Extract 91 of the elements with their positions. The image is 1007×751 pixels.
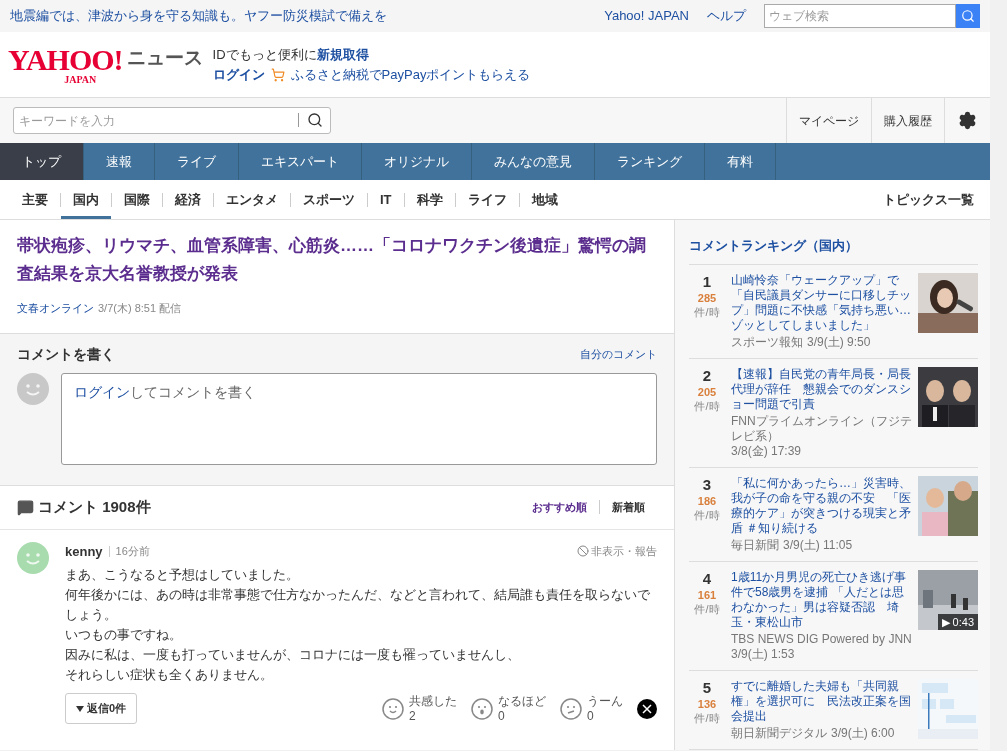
user-name[interactable]: kenny — [65, 541, 103, 561]
ranking-headline[interactable]: 1歳11か月男児の死亡ひき逃げ事件で58歳男を逮捕 「人だとは思わなかった」男は容疑否認 埼玉・東松山市 — [731, 569, 912, 630]
rank-number: 5 — [702, 678, 712, 697]
comment-text: 何年後かには、あの時は非常事態で仕方なかったんだ、などと言われて、結局誰も責任を取らないでしょう。 — [65, 586, 651, 624]
category-tab[interactable]: 経済 — [163, 180, 213, 219]
sort-option[interactable]: おすすめ順 — [520, 498, 599, 516]
logo-subtext: JAPAN — [64, 74, 97, 85]
ranking-headline[interactable]: すでに離婚した夫婦も「共同親権」を選択可に 民法改正案を国会提出 — [731, 678, 912, 724]
ranking-time: 3/9(土) 6:00 — [831, 725, 895, 741]
source-link[interactable]: 文春オンライン — [17, 300, 94, 317]
ranking-source: 朝日新聞デジタル — [731, 725, 827, 741]
ranking-source: FNNプライムオンライン（フジテレビ系） — [731, 413, 912, 444]
comment-text: それらしい症状も全くありません。 — [65, 666, 274, 684]
logo-suffix: ニュース — [126, 46, 203, 71]
top-link[interactable]: ヘルプ — [707, 6, 746, 26]
notice-link[interactable]: 地震編では、津波から身を守る知識も。ヤフー防災模試で備えを — [10, 6, 387, 26]
surprised-face-icon — [471, 697, 493, 720]
ranking-time: 3/8(金) 17:39 — [731, 443, 802, 459]
promo-link[interactable]: ふるさと納税でPayPayポイントもらえる — [290, 64, 531, 85]
ranking-source: TBS NEWS DIG Powered by JNN — [731, 631, 912, 647]
signup-link[interactable]: 新規取得 — [316, 44, 369, 65]
comment-rate: 285 — [697, 290, 717, 305]
comment-text: まあ、こうなると予想はしていました。 — [65, 566, 300, 584]
search-icon — [961, 9, 975, 23]
category-tab[interactable]: エンタメ — [214, 180, 290, 219]
top-link[interactable]: Yahoo! JAPAN — [604, 6, 689, 26]
reaction-button[interactable]: 共感した 2 — [382, 693, 457, 724]
rank-number: 3 — [702, 475, 712, 494]
promo-text: IDでもっと便利に — [212, 45, 317, 64]
ranking-time: 3/9(土) 9:50 — [807, 334, 871, 350]
section-heading: コメントを書く — [17, 344, 115, 364]
ranking-source: スポーツ報知 — [731, 334, 803, 350]
reaction-button[interactable]: なるほど 0 — [471, 693, 546, 724]
comment-rate: 161 — [697, 587, 717, 602]
web-search-field[interactable]: ウェブ検索 — [764, 4, 956, 28]
nav-tab[interactable]: トップ — [0, 143, 84, 180]
ranking-time: 3/9(土) 11:05 — [783, 537, 853, 553]
rank-number: 4 — [702, 569, 712, 588]
search-icon — [307, 112, 323, 128]
smile-icon — [382, 697, 404, 720]
ranking-headline[interactable]: 山崎怜奈「ウェークアップ」で「自民議員ダンサーに口移しチップ」問題に不快感「気持ち悪い…ゾッとしてしまいました」 — [731, 272, 912, 333]
keyword-search-field[interactable]: キーワードを入力 — [13, 107, 331, 134]
topics-link[interactable]: トピックス一覧 — [883, 189, 980, 210]
rate-unit: 件/時 — [694, 398, 720, 413]
comment-count: コメント 1908件 — [38, 496, 151, 517]
comment-rate: 186 — [697, 493, 717, 508]
comment-text: いつもの事ですね。 — [65, 626, 183, 644]
avatar-icon — [17, 541, 49, 574]
rank-number: 1 — [702, 272, 712, 291]
category-tab[interactable]: ライフ — [455, 180, 519, 219]
sort-option[interactable]: 新着順 — [600, 498, 657, 516]
comment-icon — [17, 498, 34, 516]
comment-input-field[interactable]: ログイン してコメントを書く — [61, 372, 657, 465]
article-title[interactable]: 帯状疱疹、リウマチ、血管系障害、心筋炎……「コロナワクチン後遺症」驚愕の調査結果を京大名誉教授が発表 — [17, 232, 657, 288]
logo-text[interactable]: YAHOO! — [8, 44, 123, 75]
login-link[interactable]: ログイン — [212, 64, 265, 85]
publish-date: 3/7(木) 8:51 配信 — [98, 301, 182, 316]
reaction-button[interactable]: うーん 0 — [560, 693, 623, 724]
rate-unit: 件/時 — [694, 304, 720, 319]
share-button[interactable] — [637, 698, 657, 719]
avatar-icon — [17, 372, 49, 405]
rank-number: 2 — [702, 366, 712, 385]
ranking-source: 毎日新聞 — [731, 537, 779, 553]
replies-button[interactable]: 返信0件 — [65, 693, 138, 724]
ranking-title: コメントランキング（国内） — [689, 236, 978, 265]
login-link[interactable]: ログイン — [74, 383, 130, 400]
category-tab[interactable]: 科学 — [404, 180, 455, 219]
cart-icon — [270, 67, 285, 82]
comment-text: 因みに私は、一度も打っていませんが、コロナには一度も罹っていませんし、 — [65, 646, 521, 664]
search-button[interactable] — [956, 4, 980, 28]
category-tab[interactable]: 国際 — [112, 180, 162, 219]
hide-report-link[interactable]: 非表示・報告 — [577, 543, 657, 560]
comment-rate: 205 — [697, 384, 717, 399]
rate-unit: 件/時 — [694, 601, 720, 616]
ranking-headline[interactable]: 【速報】自民党の青年局長・局長代理が辞任 懇親会でのダンスショー問題で引責 — [731, 366, 912, 412]
my-comments-link[interactable]: 自分のコメント — [580, 345, 657, 363]
rate-unit: 件/時 — [694, 507, 720, 522]
ban-icon — [577, 545, 589, 558]
category-tab[interactable]: スポーツ — [291, 180, 367, 219]
rate-unit: 件/時 — [694, 710, 720, 725]
category-tab[interactable]: 地域 — [519, 180, 570, 219]
x-logo-icon — [642, 703, 652, 714]
category-tab[interactable]: 主要 — [10, 180, 60, 219]
ranking-time: 3/9(土) 1:53 — [731, 646, 795, 662]
category-tab[interactable]: IT — [368, 180, 404, 219]
comment-rate: 136 — [697, 696, 717, 711]
caret-icon — [76, 705, 84, 712]
thinking-face-icon — [560, 697, 582, 720]
settings-icon — [958, 111, 977, 130]
ranking-headline[interactable]: 「私に何かあったら…」災害時、我が子の命を守る親の不安 「医療的ケア」が突きつける現実と矛盾 ＃知り続ける — [731, 475, 912, 536]
comment-time: 16分前 — [115, 544, 150, 559]
